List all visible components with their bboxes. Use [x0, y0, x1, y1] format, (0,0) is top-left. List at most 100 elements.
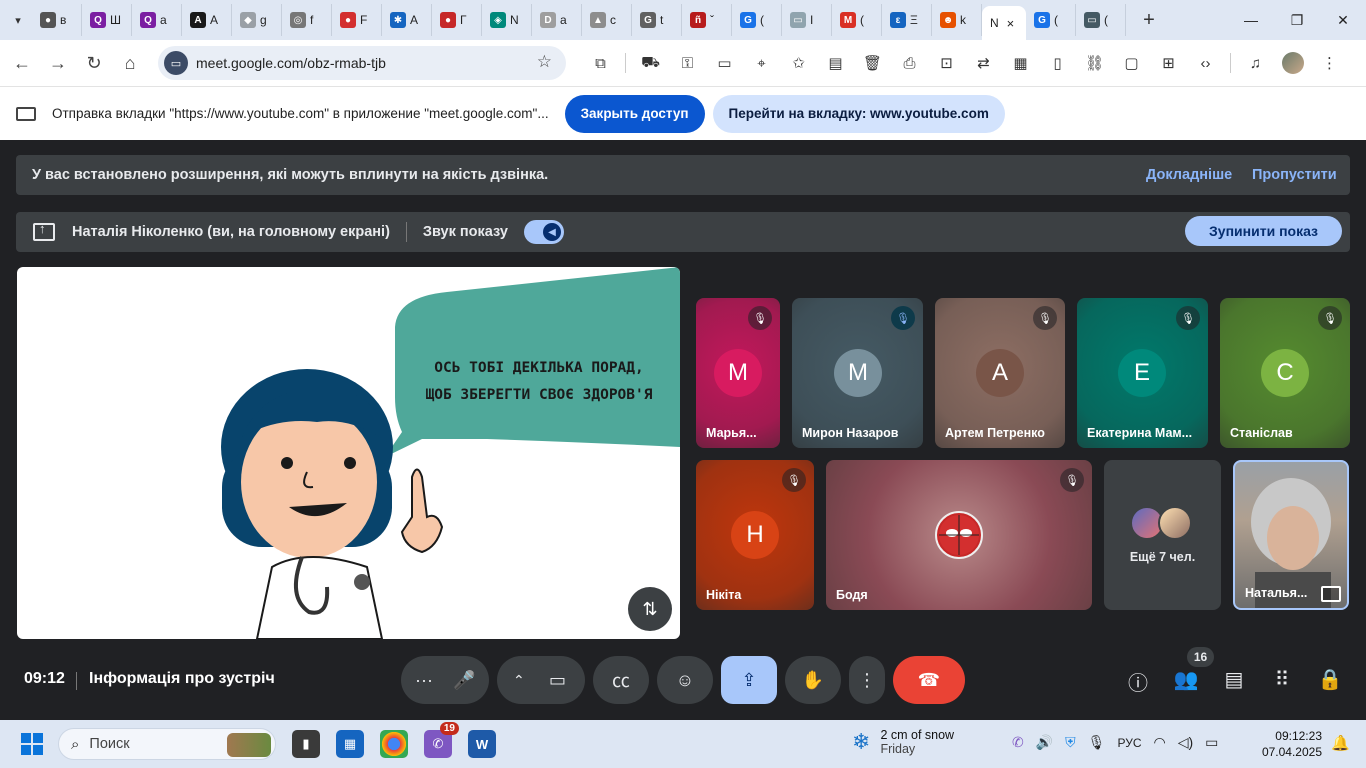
battery-icon[interactable]: ▭ [1205, 734, 1218, 751]
browser-tab[interactable]: ▭ I [782, 4, 832, 36]
activities-icon[interactable]: ⠿ [1268, 667, 1296, 692]
location-icon[interactable]: ⌖ [743, 45, 780, 81]
back-button[interactable]: ← [4, 45, 40, 81]
chrome-icon[interactable] [380, 730, 408, 758]
participant-tile[interactable]: M 🎙 Мирон Назаров [792, 298, 923, 448]
system-clock[interactable]: 09:12:23 07.04.2025 [1262, 728, 1322, 760]
speaker-icon[interactable]: ◁) [1178, 734, 1193, 751]
present-button[interactable]: ⇪ [721, 656, 777, 704]
info-icon[interactable]: ⓘ [1124, 667, 1152, 696]
self-view-tile[interactable]: Наталья... [1233, 460, 1349, 610]
raise-hand-button[interactable]: ✋ [785, 656, 841, 704]
participant-tile[interactable]: 🎙 Бодя [826, 460, 1092, 610]
browser-tab[interactable]: ● Г [432, 4, 482, 36]
tab-search-button[interactable]: ▾ [4, 6, 32, 34]
reload-button[interactable]: ↻ [76, 45, 112, 81]
chat-icon[interactable]: ▤ [1220, 667, 1248, 692]
screenshot-icon[interactable]: ⊡ [928, 45, 965, 81]
profile-avatar[interactable] [1274, 45, 1311, 81]
close-icon[interactable]: × [1007, 16, 1015, 31]
meeting-info-button[interactable]: Інформація про зустріч [89, 670, 275, 688]
go-to-tab-button[interactable]: Перейти на вкладку: www.youtube.com [712, 94, 1005, 133]
browser-tab[interactable]: εΞ [882, 4, 932, 36]
viber-tray-icon[interactable]: ✆ [1012, 734, 1024, 751]
skip-link[interactable]: Пропустити [1252, 167, 1337, 183]
home-button[interactable]: ⌂ [112, 45, 148, 81]
cast-icon[interactable]: ▢ [1113, 45, 1150, 81]
maximize-button[interactable]: ❐ [1274, 0, 1320, 40]
close-access-button[interactable]: Закрыть доступ [564, 94, 705, 133]
start-button[interactable] [21, 733, 43, 755]
more-participants-tile[interactable]: Ещё 7 чел. [1104, 460, 1221, 610]
browser-tab[interactable]: ◈ N [482, 4, 532, 36]
close-window-button[interactable]: ✕ [1320, 0, 1366, 40]
pip-icon[interactable] [1321, 586, 1341, 602]
participant-tile[interactable]: E 🎙 Екатерина Мам... [1077, 298, 1208, 448]
word-icon[interactable]: W [468, 730, 496, 758]
key-icon[interactable]: ⚿ [669, 45, 706, 81]
print-icon[interactable]: ⎙ [891, 45, 928, 81]
mic-tray-icon[interactable]: 🎙 [1088, 734, 1106, 751]
participant-tile[interactable]: M 🎙 Марья... [696, 298, 780, 448]
swap-layout-button[interactable]: ⇅ [628, 587, 672, 631]
browser-tab[interactable]: ▲ c [582, 4, 632, 36]
notification-bell-icon[interactable]: 🔔 [1331, 734, 1350, 752]
wifi-icon[interactable]: ◠ [1153, 734, 1165, 751]
task-view-icon[interactable]: ▮ [292, 730, 320, 758]
browser-tab[interactable]: ● F [332, 4, 382, 36]
learn-more-link[interactable]: Докладніше [1146, 167, 1232, 183]
microphone-icon[interactable]: 🎤 [453, 670, 475, 691]
browser-tab[interactable]: ◎ f [282, 4, 332, 36]
browser-tab[interactable]: M( [832, 4, 882, 36]
taskbar-search[interactable]: ⌕ Поиск [58, 728, 276, 760]
more-options-button[interactable]: ⋮ [849, 656, 885, 704]
more-audio-options-icon[interactable]: ··· [415, 670, 433, 691]
new-tab-button[interactable]: + [1134, 9, 1164, 32]
stop-presenting-button[interactable]: Зупинити показ [1185, 216, 1342, 246]
browser-tab[interactable]: Gt [632, 4, 682, 36]
people-icon[interactable]: 👥 [1172, 667, 1200, 692]
reading-list-icon[interactable]: ▤ [817, 45, 854, 81]
browser-tab[interactable]: Qа [132, 4, 182, 36]
share-audio-toggle[interactable]: ◀ [523, 220, 564, 244]
reading-mode-icon[interactable]: ▯ [1039, 45, 1076, 81]
camera-icon[interactable]: ▭ [549, 670, 566, 691]
bookmark-star-icon[interactable]: ☆ [537, 52, 552, 72]
viber-icon[interactable]: ✆ 19 [424, 722, 459, 758]
browser-tab[interactable]: ● в [32, 4, 82, 36]
volume-icon[interactable]: 🔊 [1036, 734, 1053, 751]
store-icon[interactable]: ▦ [336, 730, 364, 758]
leave-call-button[interactable]: ☎ [893, 656, 965, 704]
table-icon[interactable]: ⊞ [1150, 45, 1187, 81]
qr-code-icon[interactable]: ▦ [1002, 45, 1039, 81]
address-bar[interactable]: ▭ meet.google.com/obz-rmab-tjb ☆ [158, 46, 566, 80]
participant-tile[interactable]: C 🎙 Станіслав [1220, 298, 1350, 448]
chevron-up-icon[interactable]: ⌃ [513, 672, 525, 689]
browser-tab[interactable]: G( [732, 4, 782, 36]
menu-icon[interactable]: ⋮ [1311, 45, 1348, 81]
host-controls-icon[interactable]: 🔒 [1316, 667, 1344, 692]
card-icon[interactable]: ▭ [706, 45, 743, 81]
browser-tab[interactable]: G( [1026, 4, 1076, 36]
ext-car-icon[interactable]: ⛟ [632, 45, 669, 81]
browser-tab[interactable]: ▭( [1076, 4, 1126, 36]
browser-tab[interactable]: ✱ А [382, 4, 432, 36]
site-info-icon[interactable]: ▭ [164, 51, 188, 75]
minimize-button[interactable]: — [1228, 0, 1274, 40]
browser-tab[interactable]: AА [182, 4, 232, 36]
participant-tile[interactable]: A 🎙 Артем Петренко [935, 298, 1065, 448]
security-icon[interactable]: ⛨ [1065, 734, 1076, 751]
weather-widget[interactable]: ❄ 2 cm of snow Friday [852, 728, 954, 756]
translate-icon[interactable]: ⇄ [965, 45, 1002, 81]
media-control-icon[interactable]: ♫ [1237, 45, 1274, 81]
captions-button[interactable]: ㏄ [593, 656, 649, 704]
emoji-button[interactable]: ☺ [657, 656, 713, 704]
browser-tab[interactable]: QШ [82, 4, 132, 36]
forward-button[interactable]: → [40, 45, 76, 81]
link-icon[interactable]: ⛓ [1076, 45, 1113, 81]
browser-tab[interactable]: ◆ g [232, 4, 282, 36]
code-icon[interactable]: ‹› [1187, 45, 1224, 81]
delete-icon[interactable]: 🗑 [854, 45, 891, 81]
browser-tab[interactable]: ñˇ [682, 4, 732, 36]
browser-tab[interactable]: Dа [532, 4, 582, 36]
